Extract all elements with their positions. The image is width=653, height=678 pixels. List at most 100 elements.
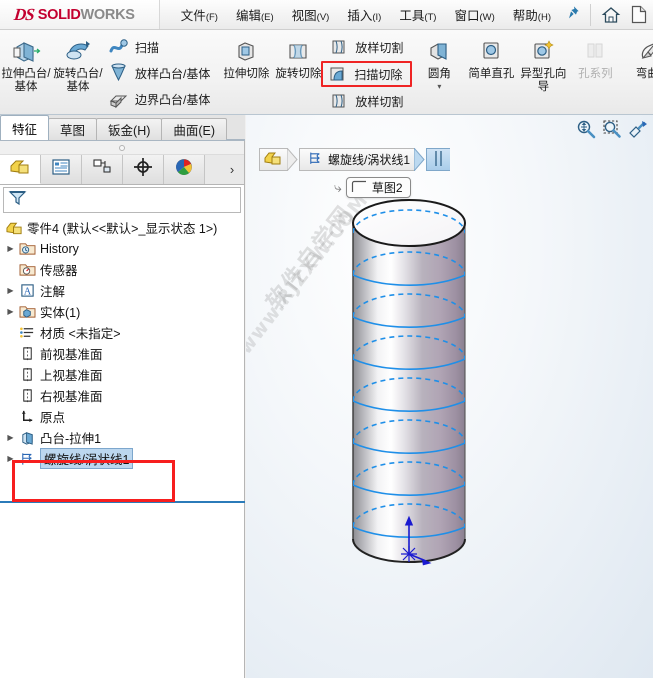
boundary-boss-button[interactable]: 边界凸台/基体 [104,86,216,112]
extrude-boss-label: 拉伸凸台/基体 [1,68,51,93]
breadcrumb-part[interactable] [259,148,288,171]
rollback-bar[interactable] [0,501,245,503]
flex-button[interactable]: 弯曲 [621,32,653,81]
menu-view-key: (V) [316,12,330,23]
helix-icon [307,150,324,170]
panel-tabs-more-button[interactable]: › [220,155,244,184]
solid-bodies-icon [17,304,37,319]
zoom-in-out-icon[interactable] [627,119,649,146]
expand-arrow-solid-bodies[interactable]: ▶ [4,307,17,316]
loft-cut-label-top: 放样切割 [355,40,404,55]
menubar-divider [590,3,591,26]
tree-node-origin[interactable]: 原点 [0,406,244,427]
zoom-to-area-icon[interactable] [601,119,623,146]
boundary-boss-label: 边界凸台/基体 [135,92,211,107]
menu-window-label: 窗口 [454,9,480,23]
cylinder-model[interactable] [246,115,653,678]
tree-node-right-plane[interactable]: 右视基准面 [0,385,244,406]
dimxpert-manager-tab[interactable] [123,155,164,184]
menu-edit[interactable]: 编辑(E) [227,1,283,28]
tree-node-history-label: History [40,241,79,256]
property-list-icon [51,158,71,181]
tree-node-solid-bodies[interactable]: ▶ 实体(1) [0,301,244,322]
hole-wizard-icon [528,36,558,66]
tree-node-extrude1[interactable]: ▶ 凸台-拉伸1 [0,427,244,448]
sweep-button[interactable]: 扫描 [104,34,216,60]
configuration-manager-tab[interactable] [82,155,123,184]
new-document-icon[interactable] [625,5,653,24]
solidworks-logo[interactable]: DS SOLID WORKS [0,0,160,29]
fillet-button[interactable]: 圆角 ▾ [413,32,465,91]
expand-arrow-history[interactable]: ▶ [4,244,17,253]
menu-bar-right [560,0,653,29]
pushpin-icon[interactable] [560,5,584,25]
loft-boss-label: 放样凸台/基体 [135,66,211,81]
extrude-boss-button[interactable]: 拉伸凸台/基体 [0,32,52,94]
tree-node-annotations[interactable]: ▶ A 注解 [0,280,244,301]
sensor-folder-icon [17,262,37,277]
cut-stack: 放样切割 扫描切除 放样切割 [321,32,413,114]
pointer-arrow-icon: ⤷ [334,179,342,195]
feature-manager-tab[interactable] [0,155,41,184]
tree-node-helix1[interactable]: ▶ 螺旋线/涡状线1 [0,448,244,469]
tab-sheetmetal[interactable]: 钣金(H) [96,118,163,140]
menu-file[interactable]: 文件(F) [172,1,227,28]
menu-help[interactable]: 帮助(H) [504,1,560,28]
revolve-boss-button[interactable]: 旋转凸台/基体 [52,32,104,94]
breadcrumb[interactable]: 螺旋线/涡状线1 [259,148,451,171]
home-icon[interactable] [597,6,625,24]
fillet-dropdown-caret[interactable]: ▾ [413,82,465,91]
material-icon [17,325,37,340]
menu-tools[interactable]: 工具(T) [390,1,445,28]
tree-node-material[interactable]: 材质 <未指定> [0,322,244,343]
hole-wizard-button[interactable]: 异型孔向导 [517,32,569,94]
feature-tree: 零件4 (默认<<默认>_显示状态 1>) ▶ History 传感器 ▶ A … [0,215,245,503]
extrude-boss-icon [11,36,41,66]
display-manager-tab[interactable] [164,155,205,184]
sketch-callout-box[interactable]: 草图2 [345,177,411,198]
tree-node-front-plane[interactable]: 前视基准面 [0,343,244,364]
tree-node-history[interactable]: ▶ History [0,238,244,259]
sketch-callout[interactable]: ⤷ 草图2 [334,177,411,198]
tab-features[interactable]: 特征 [0,115,50,140]
feature-tree-icon [9,157,31,182]
fillet-icon [424,36,454,66]
expand-arrow-extrude1[interactable]: ▶ [4,433,17,442]
menu-insert[interactable]: 插入(I) [338,1,390,28]
feature-filter-bar[interactable] [3,187,241,213]
graphics-viewport[interactable]: 螺旋线/涡状线1 ⤷ 草图2 软件自学网 www.RJZXW.COM [246,115,653,678]
tree-node-top-plane[interactable]: 上视基准面 [0,364,244,385]
loft-cut-button-top[interactable]: 放样切割 [324,34,409,60]
part-icon [264,150,283,169]
tab-sketch[interactable]: 草图 [48,118,98,140]
hole-series-label: 孔系列 [578,68,613,80]
loft-cut-button-bottom[interactable]: 放样切割 [324,88,409,114]
tree-node-right-plane-label: 右视基准面 [40,390,103,404]
menu-window[interactable]: 窗口(W) [445,1,503,28]
tab-surfaces[interactable]: 曲面(E) [161,118,228,140]
loft-boss-button[interactable]: 放样凸台/基体 [104,60,216,86]
sweep-cut-button[interactable]: 扫描切除 [321,61,413,87]
hole-series-button[interactable]: 孔系列 [569,32,621,81]
ribbon-group-boss: 拉伸凸台/基体 旋转凸台/基体 扫描 放样凸台/基体 边界凸台/基体 [0,30,216,114]
menu-view[interactable]: 视图(V) [283,1,339,28]
loft-cut-label-bottom: 放样切割 [355,94,404,109]
sketch-thumb-icon [351,180,368,196]
menu-file-key: (F) [205,12,218,23]
expand-arrow-helix1[interactable]: ▶ [4,454,17,463]
property-manager-tab[interactable] [41,155,82,184]
revolve-cut-button[interactable]: 旋转切除 [272,32,324,81]
panel-grip[interactable] [0,141,244,155]
tree-node-sensors[interactable]: 传感器 [0,259,244,280]
extrude-cut-button[interactable]: 拉伸切除 [220,32,272,81]
expand-arrow-annotations[interactable]: ▶ [4,286,17,295]
boss-stack: 扫描 放样凸台/基体 边界凸台/基体 [104,32,216,112]
simple-hole-label: 简单直孔 [468,68,515,80]
panel-tab-strip: › [0,155,244,185]
zoom-to-fit-icon[interactable] [575,119,597,146]
tree-root-part[interactable]: 零件4 (默认<<默认>_显示状态 1>) [0,217,244,238]
breadcrumb-helix[interactable]: 螺旋线/涡状线1 [299,148,416,171]
breadcrumb-plane[interactable] [426,148,451,171]
plane-icon [17,367,37,382]
simple-hole-button[interactable]: 简单直孔 [465,32,517,81]
